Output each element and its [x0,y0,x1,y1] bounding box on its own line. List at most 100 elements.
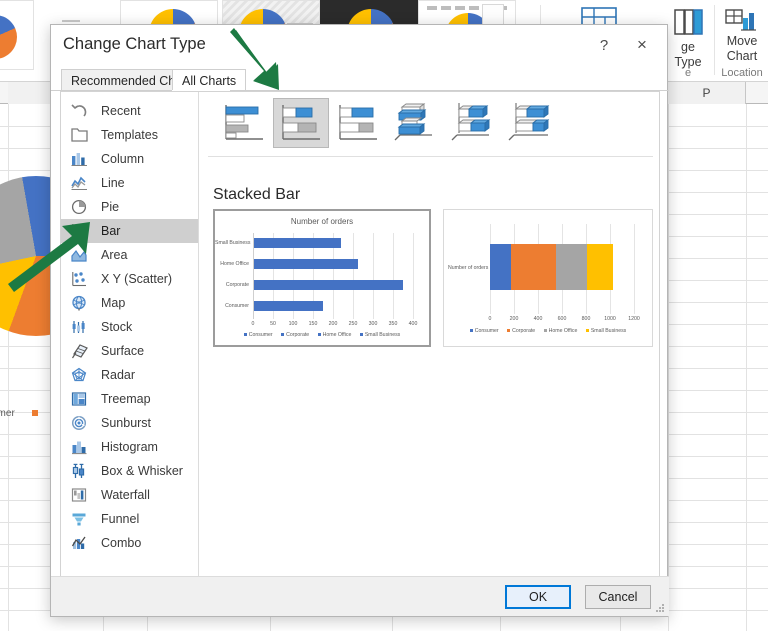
pie-preview-icon [0,15,17,59]
dialog-body: Recent Templates [60,91,660,578]
legend-key-home-office [544,329,547,332]
chart-type-list[interactable]: Recent Templates [61,92,199,577]
subtype-3d-100-percent-stacked-bar[interactable] [501,98,557,148]
chart-preview-right[interactable]: Number of orders 0 200 400 600 800 1000 … [443,209,653,347]
chart-type-item-box-whisker[interactable]: Box & Whisker [61,459,198,483]
legend-key-consumer [470,329,473,332]
chart-type-item-sunburst[interactable]: Sunburst [61,411,198,435]
chart-subtype-gallery[interactable] [208,92,659,154]
chart-type-item-map[interactable]: Map [61,291,198,315]
legend-key-small-business [586,329,589,332]
surface-icon [71,343,93,359]
chart-type-item-radar[interactable]: Radar [61,363,198,387]
help-icon: ? [600,37,608,54]
chart-type-item-treemap[interactable]: Treemap [61,387,198,411]
change-chart-type-group-name: e [662,67,714,79]
chart-type-label: Sunburst [101,416,151,430]
chart-type-label: Pie [101,200,119,214]
ribbon-group-location[interactable]: Move Chart Location [716,0,768,82]
chart-style-thumb-0[interactable] [0,0,34,70]
chart-type-label: Column [101,152,144,166]
cancel-button-label: Cancel [599,590,638,604]
location-group-name: Location [716,67,768,79]
legend-label-home-office: Home Office [549,328,578,334]
x-tick-200: 200 [323,321,343,327]
subtype-100-percent-stacked-bar[interactable] [330,98,386,148]
waterfall-icon [71,487,93,503]
line-icon [71,175,93,191]
x-tick-100: 100 [283,321,303,327]
resize-grip[interactable] [655,603,665,613]
recent-icon [71,103,93,119]
bar-home-office [253,259,358,269]
chart-type-item-combo[interactable]: Combo [61,531,198,555]
ribbon-group-change-chart-type[interactable]: ge Type e [662,0,714,82]
x-tick-0: 0 [480,316,500,322]
box-whisker-icon [71,463,93,479]
chart-type-item-line[interactable]: Line [61,171,198,195]
x-tick-1200: 1200 [624,316,644,322]
tab-all-charts[interactable]: All Charts [172,69,246,91]
chart-type-item-templates[interactable]: Templates [61,123,198,147]
dialog-title: Change Chart Type [63,35,206,54]
chart-type-item-stock[interactable]: Stock [61,315,198,339]
legend-label-home-office: Home Office [323,332,352,338]
chart-type-label: Map [101,296,125,310]
chart-type-item-funnel[interactable]: Funnel [61,507,198,531]
three-d-stacked-bar-icon [445,99,499,147]
help-button[interactable]: ? [587,31,621,59]
x-tick-150: 150 [303,321,323,327]
chart-type-item-area[interactable]: Area [61,243,198,267]
cancel-button[interactable]: Cancel [585,585,651,609]
legend-key-home-office [318,333,321,336]
subtype-section-title: Stacked Bar [213,186,300,204]
chart-type-item-bar[interactable]: Bar [61,219,198,243]
chart-type-item-surface[interactable]: Surface [61,339,198,363]
chart-type-item-histogram[interactable]: Histogram [61,435,198,459]
legend-key-corporate [507,329,510,332]
x-tick-600: 600 [552,316,572,322]
chart-type-label: Combo [101,536,141,550]
subtype-3d-stacked-bar[interactable] [444,98,500,148]
stack-segment-corporate [511,244,556,290]
templates-icon [71,127,93,143]
pie-icon [71,199,93,215]
chart-type-label: Funnel [101,512,139,526]
chart-type-item-waterfall[interactable]: Waterfall [61,483,198,507]
map-icon [71,295,93,311]
subtype-3d-clustered-bar[interactable] [387,98,443,148]
close-button[interactable]: × [625,31,659,59]
column-header-P[interactable]: P [668,82,746,104]
x-tick-400: 400 [528,316,548,322]
legend-key-corporate [281,333,284,336]
change-chart-type-dialog: Change Chart Type ? × Recommended Charts… [50,24,668,617]
chart-type-item-scatter[interactable]: X Y (Scatter) [61,267,198,291]
preview-axis-label: Number of orders [448,265,488,271]
ok-button[interactable]: OK [505,585,571,609]
tab-all-charts-label: All Charts [182,74,236,88]
scatter-icon [71,271,93,287]
chart-type-label: Templates [101,128,158,142]
chart-type-label: Stock [101,320,132,334]
chart-type-label: X Y (Scatter) [101,272,172,286]
three-d-percent-stacked-bar-icon [502,99,556,147]
change-chart-type-icon [671,6,705,40]
move-chart-icon [724,6,760,36]
chart-type-item-pie[interactable]: Pie [61,195,198,219]
chart-type-label: Treemap [101,392,151,406]
radar-icon [71,367,93,383]
chart-type-item-column[interactable]: Column [61,147,198,171]
x-tick-400: 400 [403,321,423,327]
clustered-bar-icon [217,99,271,147]
legend-label-small-business: Small Business [365,332,400,338]
subtype-clustered-bar[interactable] [216,98,272,148]
close-icon: × [637,35,647,55]
bar-icon [71,223,93,239]
category-label-consumer: Consumer [215,303,249,309]
chart-type-label: Radar [101,368,135,382]
category-label-home-office: Home Office [215,261,249,267]
chart-type-item-recent[interactable]: Recent [61,99,198,123]
x-tick-250: 250 [343,321,363,327]
subtype-stacked-bar[interactable] [273,98,329,148]
chart-preview-left[interactable]: Number of orders Small Business Home Off… [213,209,431,347]
